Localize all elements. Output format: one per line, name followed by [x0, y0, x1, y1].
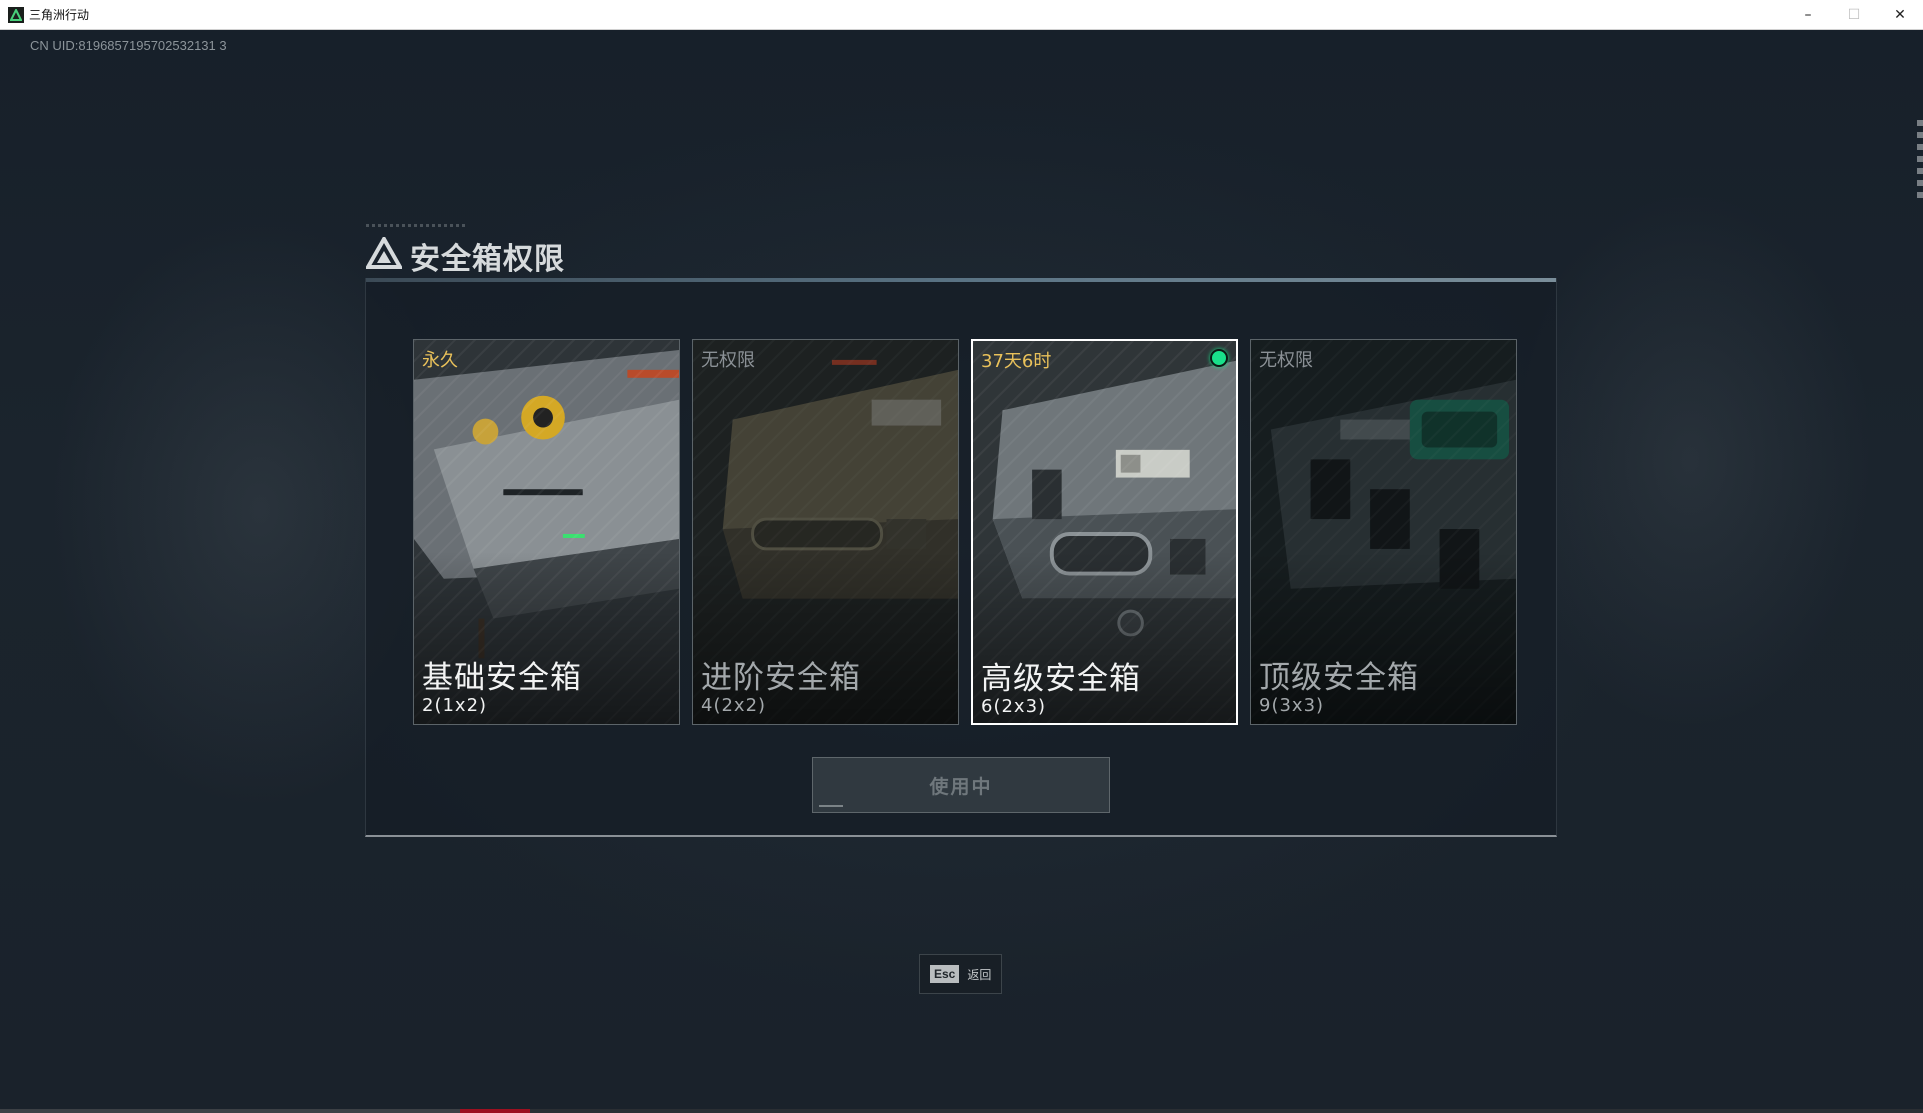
button-decoration: [819, 805, 843, 807]
delta-logo-icon: [364, 234, 404, 273]
card-status: 永久: [422, 350, 458, 371]
card-capacity: 9(3x3): [1259, 695, 1325, 716]
in-use-button-label: 使用中: [929, 775, 993, 798]
minimize-button[interactable]: –: [1785, 0, 1831, 30]
maximize-button[interactable]: ☐: [1831, 0, 1877, 30]
bottom-strip: [0, 1109, 1923, 1113]
safe-box-card-premium[interactable]: 37天6时 高级安全箱 6(2x3): [971, 339, 1238, 725]
window-controls: – ☐ ✕: [1785, 0, 1923, 30]
card-name: 进阶安全箱: [701, 660, 861, 696]
card-status: 无权限: [701, 350, 755, 371]
player-uid: CN UID:8196857195702532131 3: [30, 38, 227, 53]
card-status: 37天6时: [981, 351, 1052, 372]
close-button[interactable]: ✕: [1877, 0, 1923, 30]
card-capacity: 4(2x2): [701, 695, 767, 716]
card-capacity: 2(1x2): [422, 695, 488, 716]
dialog-title: 安全箱权限: [410, 242, 565, 277]
card-name: 基础安全箱: [422, 660, 582, 696]
card-name: 高级安全箱: [981, 661, 1141, 697]
safe-box-card-top[interactable]: 无权限 顶级安全箱 9(3x3): [1250, 339, 1517, 725]
app-logo-icon: [8, 6, 24, 23]
active-dot-icon: [1210, 349, 1228, 367]
window-titlebar: 三角洲行动 – ☐ ✕: [0, 0, 1923, 30]
in-use-button[interactable]: 使用中: [812, 757, 1110, 813]
esc-back-label: 返回: [967, 967, 992, 982]
panel-top-accent: [366, 278, 1556, 282]
dialog-header: 安全箱权限: [364, 224, 1556, 277]
card-name: 顶级安全箱: [1259, 660, 1419, 696]
window-title: 三角洲行动: [29, 8, 90, 22]
esc-key-icon: Esc: [930, 965, 960, 983]
safe-box-card-advanced[interactable]: 无权限 进阶安全箱 4(2x2): [692, 339, 959, 725]
header-decoration: [366, 224, 466, 227]
card-capacity: 6(2x3): [981, 696, 1047, 717]
esc-back-button[interactable]: Esc 返回: [919, 954, 1002, 994]
safe-box-card-basic[interactable]: 永久 基础安全箱 2(1x2): [413, 339, 680, 725]
edge-decoration: [1917, 120, 1923, 200]
card-status: 无权限: [1259, 350, 1313, 371]
